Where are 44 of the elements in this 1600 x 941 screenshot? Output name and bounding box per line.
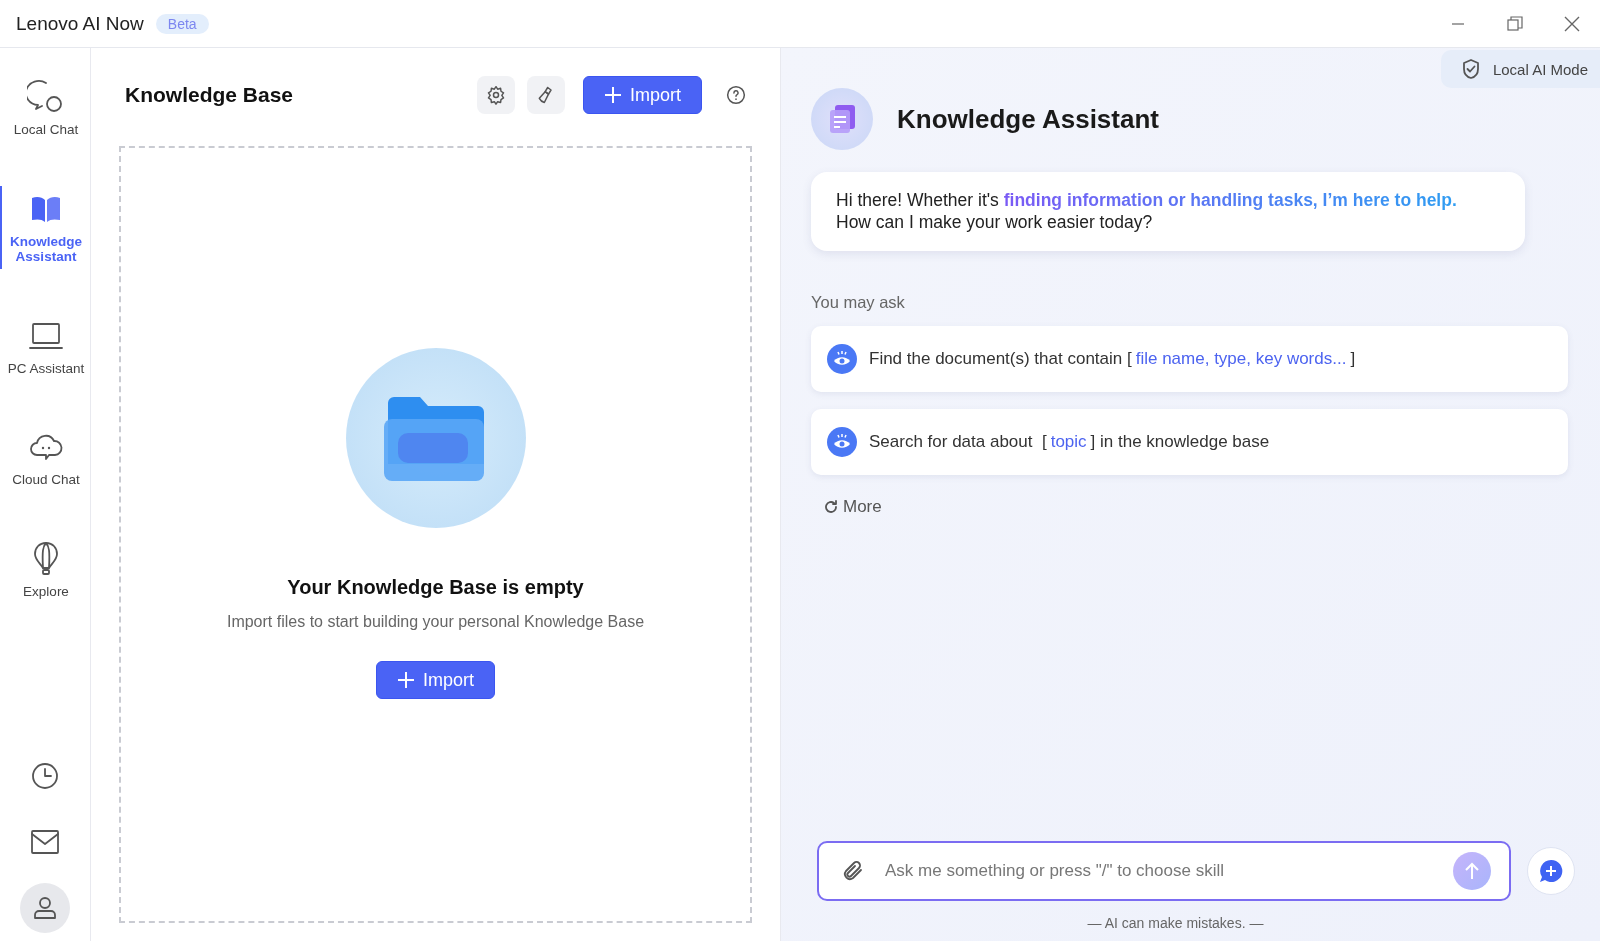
- shield-check-icon: [1460, 58, 1481, 80]
- sidebar-item[interactable]: PC Assistant: [0, 312, 90, 381]
- suggestion-card[interactable]: Search for data about [ topic ] in the knowledge base: [811, 408, 1568, 475]
- document-icon: [827, 103, 857, 135]
- eye-icon: [827, 343, 857, 374]
- mail-icon[interactable]: [30, 829, 60, 855]
- settings-button[interactable]: [477, 76, 515, 114]
- paperclip-icon[interactable]: [841, 859, 865, 883]
- greeting-text: How can I make your work easier today?: [836, 211, 1154, 234]
- chat-input-field[interactable]: Ask me something or press "/" to choose skill: [883, 860, 1435, 882]
- import-button[interactable]: Import: [376, 661, 495, 699]
- close-icon: [1563, 15, 1580, 32]
- settings-icon: [486, 85, 506, 105]
- import-button[interactable]: Import: [583, 76, 702, 114]
- new-chat-button[interactable]: [1527, 847, 1575, 895]
- suggestion-card[interactable]: Find the document(s) that contain [ file name, type, key words... ]: [811, 325, 1568, 392]
- beta-badge: Beta: [155, 13, 209, 34]
- sidebar-item[interactable]: Cloud Chat: [0, 424, 90, 492]
- clock-icon[interactable]: [30, 761, 60, 791]
- person-icon: [32, 895, 58, 921]
- refresh-icon: [823, 498, 839, 515]
- plus-icon: [397, 671, 415, 689]
- plus-icon: [604, 86, 622, 104]
- chat-plus-icon: [1538, 858, 1564, 884]
- help-icon: [726, 83, 746, 107]
- minimize-icon: [1450, 22, 1465, 25]
- empty-state-title: Your Knowledge Base is empty: [287, 576, 584, 599]
- sidebar-item[interactable]: Knowledge Assistant: [0, 185, 90, 269]
- panel-title: Knowledge Base: [125, 83, 294, 107]
- sidebar-item[interactable]: Explore: [0, 535, 90, 604]
- restore-icon: [1506, 15, 1523, 32]
- suggestions-label: You may ask: [811, 292, 906, 312]
- brush-button[interactable]: [527, 76, 565, 114]
- user-avatar[interactable]: [20, 883, 70, 933]
- local-ai-mode-badge[interactable]: Local AI Mode: [1440, 50, 1600, 88]
- eye-icon: [827, 426, 857, 457]
- app-title: Lenovo AI Now: [16, 12, 144, 35]
- empty-state-text: Import files to start building your personal Knowledge Base: [226, 613, 645, 631]
- disclaimer-text: — AI can make mistakes. —: [1086, 914, 1265, 933]
- sidebar-item[interactable]: Local Chat: [0, 74, 90, 142]
- chat-input-box[interactable]: Ask me something or press "/" to choose skill: [817, 841, 1511, 901]
- drop-zone[interactable]: Your Knowledge Base is empty Import files to start building your personal Knowledge Base Import: [119, 146, 752, 923]
- assistant-title: Knowledge Assistant: [897, 103, 1159, 135]
- more-button[interactable]: More: [811, 496, 882, 517]
